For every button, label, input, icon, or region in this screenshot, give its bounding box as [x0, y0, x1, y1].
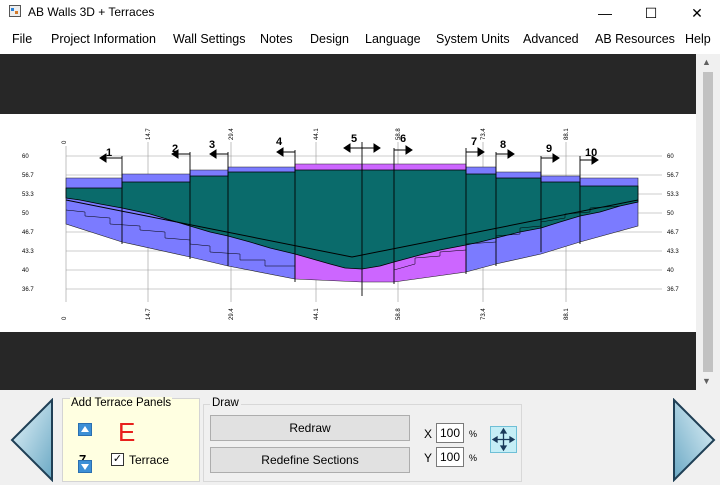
x-tick-bottom: 14.7 [146, 308, 152, 320]
menu-bar: File Project Information Wall Settings N… [0, 26, 720, 52]
menu-advanced[interactable]: Advanced [523, 32, 579, 46]
menu-language[interactable]: Language [365, 32, 421, 46]
minimize-button[interactable]: — [582, 0, 628, 26]
x-tick-top: 29.4 [229, 128, 235, 140]
y-tick-left: 46.7 [22, 230, 34, 236]
section-label: 5 [351, 133, 357, 145]
x-tick-bottom: 73.4 [481, 308, 487, 320]
x-tick-top: 0 [62, 140, 68, 144]
section-label: 10 [585, 147, 597, 159]
x-scale-input[interactable]: 100 [436, 423, 464, 443]
x-percent-label: % [469, 429, 478, 439]
minimize-icon: — [598, 5, 612, 21]
section-label: 3 [209, 139, 215, 151]
redraw-button[interactable]: Redraw [210, 415, 410, 441]
menu-system-units[interactable]: System Units [436, 32, 510, 46]
redefine-sections-button[interactable]: Redefine Sections [210, 447, 410, 473]
x-tick-bottom: 0 [62, 316, 68, 320]
y-tick-right: 46.7 [667, 230, 679, 236]
menu-notes[interactable]: Notes [260, 32, 293, 46]
pan-button[interactable] [490, 426, 517, 453]
decrease-terrace-button[interactable] [78, 460, 92, 473]
menu-project-information[interactable]: Project Information [51, 32, 156, 46]
x-tick-top: 58.8 [396, 128, 402, 140]
x-labels-top: 0 14.7 29.4 44.1 58.8 73.4 88.1 [62, 128, 570, 144]
y-tick-left: 50 [22, 211, 29, 217]
previous-arrow-icon[interactable] [10, 398, 54, 482]
cross-section-drawing[interactable]: 1 2 3 4 5 6 7 8 9 10 60 56.7 53.3 50 46.… [0, 114, 696, 332]
scrollbar-thumb[interactable] [703, 72, 713, 372]
increase-terrace-button[interactable] [78, 423, 92, 436]
x-tick-top: 14.7 [146, 128, 152, 140]
menu-design[interactable]: Design [310, 32, 349, 46]
add-terrace-panels-group: Add Terrace Panels 7 E ✓ Terrace [62, 397, 200, 482]
y-scale-label: Y [424, 451, 433, 465]
y-tick-left: 53.3 [22, 192, 34, 198]
y-tick-right: 36.7 [667, 287, 679, 293]
y-tick-right: 43.3 [667, 249, 679, 255]
y-tick-left: 60 [22, 154, 29, 160]
terrace-checkbox[interactable]: ✓ [111, 453, 124, 466]
x-tick-bottom: 58.8 [396, 308, 402, 320]
cross-section-svg: 1 2 3 4 5 6 7 8 9 10 60 56.7 53.3 50 46.… [22, 128, 679, 320]
y-percent-label: % [469, 453, 478, 463]
y-labels-right: 60 56.7 53.3 50 46.7 43.3 40 36.7 [667, 154, 679, 293]
maximize-icon: ☐ [644, 4, 658, 21]
section-label: 4 [276, 136, 283, 148]
vertical-scrollbar[interactable]: ▲ ▼ [696, 54, 720, 390]
y-tick-right: 53.3 [667, 192, 679, 198]
canvas-background-top [0, 54, 696, 114]
checkmark-icon: ✓ [112, 453, 123, 465]
canvas-background-bottom [0, 332, 696, 390]
terrace-letter: E [118, 417, 136, 447]
section-label: 9 [546, 143, 552, 155]
menu-ab-resources[interactable]: AB Resources [595, 32, 675, 46]
draw-legend: Draw [210, 397, 241, 409]
x-tick-top: 44.1 [314, 128, 320, 140]
arrow-up-icon [81, 426, 89, 432]
x-tick-bottom: 29.4 [229, 308, 235, 320]
app-icon [9, 5, 21, 17]
next-arrow-icon[interactable] [672, 398, 716, 482]
y-tick-left: 36.7 [22, 287, 34, 293]
maximize-button[interactable]: ☐ [628, 0, 674, 26]
window-title: AB Walls 3D + Terraces [28, 5, 155, 19]
section-numbers: 1 2 3 4 5 6 7 8 9 10 [106, 133, 597, 159]
y-scale-input[interactable]: 100 [436, 447, 464, 467]
x-tick-top: 88.1 [564, 128, 570, 140]
add-terrace-panels-legend: Add Terrace Panels [70, 397, 173, 409]
y-tick-left: 43.3 [22, 249, 34, 255]
section-label: 1 [106, 147, 112, 159]
terrace-checkbox-label[interactable]: Terrace [129, 453, 169, 467]
x-tick-top: 73.4 [481, 128, 487, 140]
y-tick-left: 56.7 [22, 173, 34, 179]
menu-file[interactable]: File [12, 32, 32, 46]
x-scale-label: X [424, 427, 433, 441]
y-tick-right: 40 [667, 268, 674, 274]
section-label: 8 [500, 139, 506, 151]
title-bar: AB Walls 3D + Terraces — ☐ ✕ [0, 0, 720, 26]
y-tick-left: 40 [22, 268, 29, 274]
x-tick-bottom: 88.1 [564, 308, 570, 320]
scroll-down-icon[interactable]: ▼ [702, 376, 711, 386]
menu-wall-settings[interactable]: Wall Settings [173, 32, 245, 46]
section-label: 2 [172, 143, 178, 155]
x-labels-bottom: 0 14.7 29.4 44.1 58.8 73.4 88.1 [62, 308, 570, 320]
close-icon: ✕ [691, 4, 703, 21]
y-labels-left: 60 56.7 53.3 50 46.7 43.3 40 36.7 [22, 154, 34, 293]
y-tick-right: 60 [667, 154, 674, 160]
control-panel: Add Terrace Panels 7 E ✓ Terrace Draw Re… [0, 390, 720, 485]
section-label: 7 [471, 136, 477, 148]
close-button[interactable]: ✕ [674, 0, 720, 26]
menu-help[interactable]: Help [685, 32, 711, 46]
move-arrows-icon [491, 427, 516, 452]
arrow-down-icon [81, 464, 89, 470]
y-tick-right: 50 [667, 211, 674, 217]
draw-group: Draw Redraw Redefine Sections X 100 % Y … [203, 397, 522, 482]
x-tick-bottom: 44.1 [314, 308, 320, 320]
y-tick-right: 56.7 [667, 173, 679, 179]
scroll-up-icon[interactable]: ▲ [702, 57, 711, 67]
